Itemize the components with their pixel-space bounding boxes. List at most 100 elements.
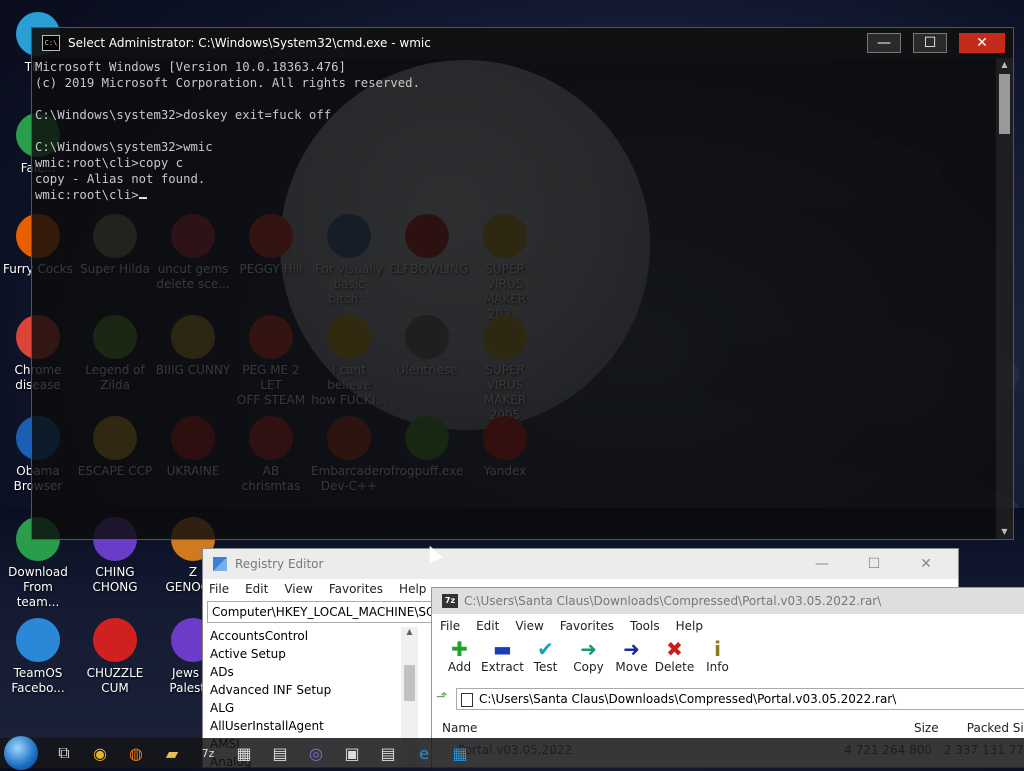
archive-icon — [461, 692, 473, 707]
sevenzip-icon[interactable]: 7z — [190, 738, 226, 768]
edge-icon[interactable]: e — [406, 738, 442, 768]
task-view-icon[interactable]: ⧉ — [46, 738, 82, 768]
copy-button[interactable]: ➜ Copy — [567, 638, 610, 682]
start-button[interactable] — [4, 736, 38, 770]
toolbar-label: Add — [447, 660, 472, 674]
desktop-icon-label: Download From team... — [8, 565, 68, 609]
menu-item-view[interactable]: View — [284, 582, 312, 596]
column-name-header[interactable]: Name — [432, 721, 730, 735]
sevenzip-address-bar[interactable]: C:\Users\Santa Claus\Downloads\Compresse… — [456, 688, 1024, 710]
scroll-thumb[interactable] — [999, 74, 1010, 134]
scroll-up-icon[interactable]: ▲ — [401, 627, 418, 636]
console-line: C:\Windows\system32>doskey exit=fuck off — [35, 108, 332, 122]
column-size-header[interactable]: Size — [730, 721, 939, 735]
sevenzip-toolbar: ✚ Add ▬ Extract ✔ Test ➜ Copy ➜ Move ✖ Delete i Info — [432, 638, 1024, 682]
taskbar: ⧉ ◉ ◍ ▰ 7z ▦ ▤ ◎ ▣ ▤ e ▦ — [0, 736, 1024, 770]
desktop-icon-label: CHING CHONG — [92, 565, 138, 594]
sevenzip-address-text: C:\Users\Santa Claus\Downloads\Compresse… — [479, 692, 897, 706]
menu-item-view[interactable]: View — [515, 619, 543, 633]
firefox-icon[interactable]: ◍ — [118, 738, 154, 768]
move-icon: ➜ — [623, 637, 640, 661]
toolbar-label: Test — [533, 660, 558, 674]
menu-item-edit[interactable]: Edit — [476, 619, 499, 633]
registry-title: Registry Editor — [235, 557, 324, 571]
console-icon: C:\ — [42, 35, 60, 51]
toolbar-label: Delete — [654, 660, 695, 674]
menu-item-favorites[interactable]: Favorites — [329, 582, 383, 596]
console-line: wmic:root\cli> — [35, 187, 995, 203]
close-button[interactable]: ✕ — [959, 33, 1005, 53]
menu-item-file[interactable]: File — [209, 582, 229, 596]
cmd-scrollbar[interactable]: ▲ ▼ — [996, 58, 1013, 539]
toolbar-label: Copy — [573, 660, 604, 674]
registry-key[interactable]: AllUserInstallAgent — [207, 717, 407, 735]
console-line: (c) 2019 Microsoft Corporation. All righ… — [35, 76, 420, 90]
chrome-icon[interactable]: ◉ — [82, 738, 118, 768]
registry-key[interactable]: Advanced INF Setup — [207, 681, 407, 699]
folder-up-icon[interactable]: ⬏ — [436, 689, 456, 709]
minimize-button[interactable]: — — [867, 33, 901, 53]
menu-item-edit[interactable]: Edit — [245, 582, 268, 596]
close-button[interactable]: ✕ — [906, 554, 946, 574]
sevenzip-menubar: File Edit View Favorites Tools Help — [432, 614, 1024, 638]
toolbar-label: Extract — [481, 660, 524, 674]
cmd-icon[interactable]: ▣ — [334, 738, 370, 768]
delete-button[interactable]: ✖ Delete — [653, 638, 696, 682]
maximize-button[interactable]: ☐ — [854, 554, 894, 574]
move-button[interactable]: ➜ Move — [610, 638, 653, 682]
test-button[interactable]: ✔ Test — [524, 638, 567, 682]
console-line: Microsoft Windows [Version 10.0.18363.47… — [35, 60, 346, 74]
registry-key[interactable]: AccountsControl — [207, 627, 407, 645]
text-cursor — [138, 197, 147, 199]
test-icon: ✔ — [537, 637, 554, 661]
toolbar-label: Move — [615, 660, 648, 674]
add-icon: ✚ — [451, 637, 468, 661]
file-list-header: Name Size Packed Siz — [432, 716, 1024, 740]
scroll-up-icon[interactable]: ▲ — [996, 58, 1013, 72]
console-line: copy - Alias not found. — [35, 172, 206, 186]
sevenzip-title: C:\Users\Santa Claus\Downloads\Compresse… — [464, 594, 882, 608]
column-packed-header[interactable]: Packed Siz — [939, 721, 1024, 735]
menu-item-help[interactable]: Help — [399, 582, 426, 596]
extract-icon: ▬ — [493, 637, 512, 661]
menu-item-favorites[interactable]: Favorites — [560, 619, 614, 633]
folder-icon[interactable]: ▰ — [154, 738, 190, 768]
printer-icon[interactable]: ▤ — [370, 738, 406, 768]
sevenzip-icon: 7z — [442, 594, 458, 608]
menu-item-file[interactable]: File — [440, 619, 460, 633]
copy-icon: ➜ — [580, 637, 597, 661]
maximize-button[interactable]: ☐ — [913, 33, 947, 53]
scroll-thumb[interactable] — [404, 665, 415, 701]
info-button[interactable]: i Info — [696, 638, 739, 682]
cmd-titlebar[interactable]: C:\ Select Administrator: C:\Windows\Sys… — [32, 28, 1013, 58]
minimize-button[interactable]: — — [802, 554, 842, 574]
registry-key[interactable]: Active Setup — [207, 645, 407, 663]
add-button[interactable]: ✚ Add — [438, 638, 481, 682]
gear-icon — [16, 618, 60, 662]
registry-key[interactable]: ALG — [207, 699, 407, 717]
sevenzip-titlebar[interactable]: 7z C:\Users\Santa Claus\Downloads\Compre… — [432, 588, 1024, 614]
registry-titlebar[interactable]: Registry Editor — ☐ ✕ — [203, 549, 958, 579]
extract-button[interactable]: ▬ Extract — [481, 638, 524, 682]
console-output[interactable]: Microsoft Windows [Version 10.0.18363.47… — [35, 58, 995, 539]
taskbar-items: ⧉ ◉ ◍ ▰ 7z ▦ ▤ ◎ ▣ ▤ e ▦ — [46, 738, 478, 768]
desktop-icon-label: TeamOS Facebo... — [11, 666, 65, 695]
delete-icon: ✖ — [666, 637, 683, 661]
desktop-icon[interactable]: TeamOS Facebo... — [0, 618, 76, 696]
info-icon: i — [714, 637, 721, 661]
scroll-down-icon[interactable]: ▼ — [996, 525, 1013, 539]
disc-icon[interactable]: ◎ — [298, 738, 334, 768]
toolbar-label: Info — [706, 660, 729, 674]
printer-icon[interactable]: ▤ — [262, 738, 298, 768]
menu-item-tools[interactable]: Tools — [630, 619, 660, 633]
desktop-icon[interactable]: CHUZZLE CUM — [77, 618, 153, 696]
sevenzip-address-row: ⬏ C:\Users\Santa Claus\Downloads\Compres… — [436, 688, 1024, 710]
registry-key[interactable]: ADs — [207, 663, 407, 681]
cmd-window[interactable]: C:\ Select Administrator: C:\Windows\Sys… — [31, 27, 1014, 540]
grid-icon[interactable]: ▦ — [442, 738, 478, 768]
menu-item-help[interactable]: Help — [676, 619, 703, 633]
registry-icon[interactable]: ▦ — [226, 738, 262, 768]
cmd-title: Select Administrator: C:\Windows\System3… — [68, 36, 431, 50]
